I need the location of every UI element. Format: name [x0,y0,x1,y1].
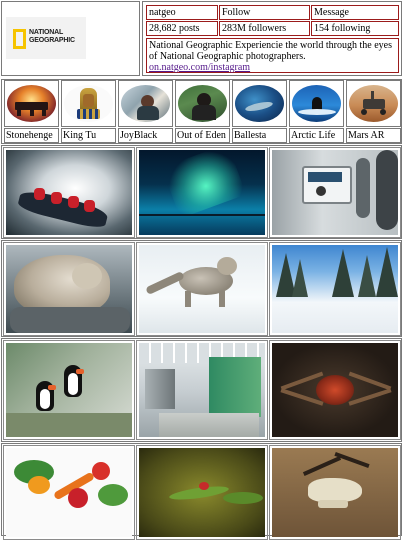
photo-puffins[interactable] [3,340,135,440]
photo-vegetables[interactable] [3,445,135,540]
story-arctic-life-image [292,85,341,122]
photo-animal-skull[interactable] [269,445,401,540]
following-count[interactable]: 154 following [311,21,399,36]
story-label: Arctic Life [289,128,344,143]
photo-grid-row [1,240,402,337]
story-out-of-eden[interactable]: Out of Eden [175,80,231,144]
logo-wordmark: NATIONAL GEOGRAPHIC [29,29,75,44]
message-button[interactable]: Message [311,5,399,20]
photo-snow-leopard-snow[interactable] [136,242,268,336]
story-stonehenge[interactable]: Stonehenge [4,80,60,144]
story-joyblack-image [121,85,170,122]
story-highlights: Stonehenge King Tu JoyBlack Out of Eden … [1,79,402,144]
photo-lab-equipment[interactable] [269,147,401,238]
photo-lizard-leaf[interactable] [136,445,268,540]
photo-grid-row [1,338,402,442]
story-mars-ar-image [349,85,398,122]
posts-count: 28,682 posts [146,21,218,36]
story-out-of-eden-image [178,85,227,122]
story-ballesta-image [235,85,284,122]
bio-text: National Geographic Experiencie the worl… [149,40,392,62]
story-label: Out of Eden [175,128,230,143]
photo-grid-row [1,443,402,540]
story-arctic-life[interactable]: Arctic Life [289,80,345,144]
story-mars-ar[interactable]: Mars AR [346,80,402,144]
story-king-tut[interactable]: King Tu [61,80,117,144]
followers-count[interactable]: 283M followers [219,21,310,36]
story-label: King Tu [61,128,116,143]
story-joyblack[interactable]: JoyBlack [118,80,174,144]
yellow-frame-icon [13,29,26,49]
photo-spider[interactable] [269,340,401,440]
story-label: Ballesta [232,128,287,143]
photo-grid-row [1,145,402,239]
story-stonehenge-image [7,85,56,122]
username: natgeo [146,5,218,20]
follow-button[interactable]: Follow [219,5,310,20]
story-ballesta[interactable]: Ballesta [232,80,288,144]
photo-snow-leopard-rock[interactable] [3,242,135,336]
photo-aurora[interactable] [136,147,268,238]
photo-factory-hall[interactable] [136,340,268,440]
story-king-tut-image [64,85,113,122]
profile-info: natgeo Follow Message 28,682 posts 283M … [142,1,402,76]
photo-snowy-forest[interactable] [269,242,401,336]
story-label: Mars AR [346,128,401,143]
national-geographic-logo: NATIONAL GEOGRAPHIC [6,17,86,59]
photo-rafting[interactable] [3,147,135,238]
bio-link[interactable]: on.natgeo.com/instagram [149,62,396,73]
story-label: JoyBlack [118,128,173,143]
bio: National Geographic Experiencie the worl… [146,38,399,73]
story-label: Stonehenge [4,128,59,143]
profile-logo-cell: NATIONAL GEOGRAPHIC [1,1,140,76]
